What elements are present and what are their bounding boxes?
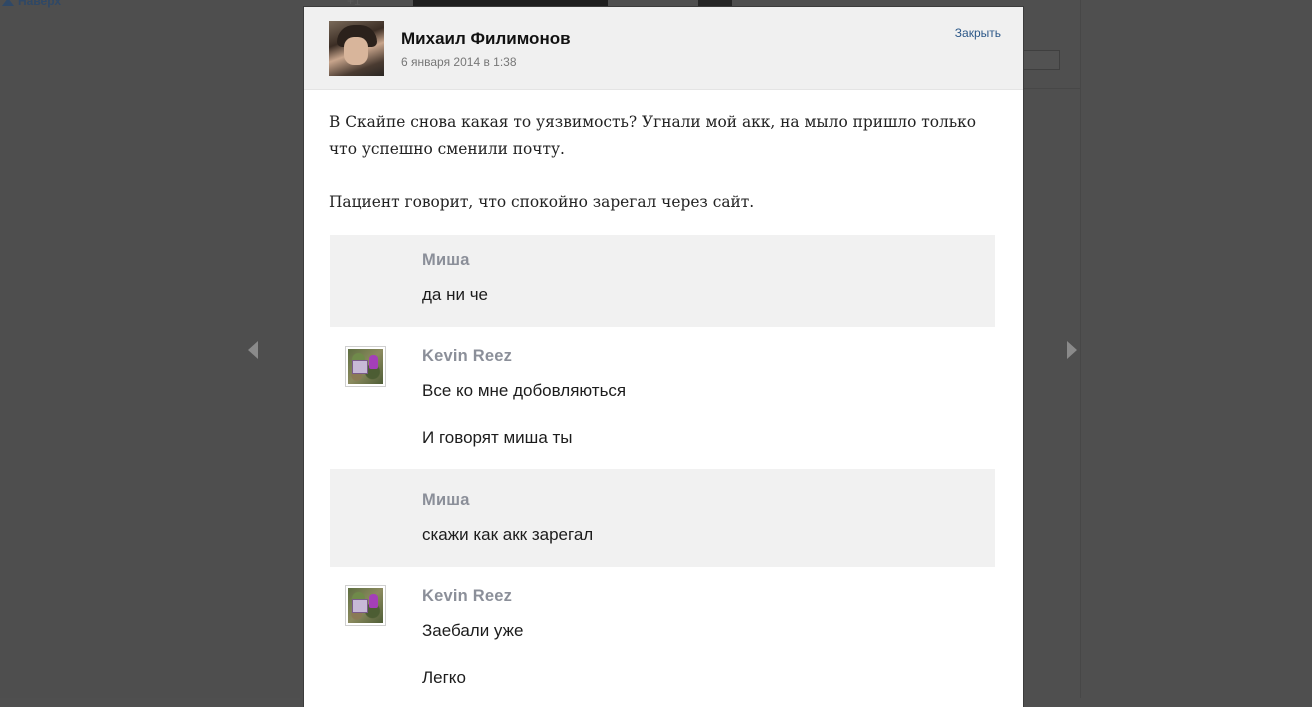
message-text: да ни че bbox=[422, 285, 489, 304]
avatar-figure bbox=[369, 355, 378, 369]
avatar-figure bbox=[369, 594, 378, 608]
message-sender: Миша bbox=[422, 251, 470, 269]
message-text: скажи как акк зарегал bbox=[422, 525, 594, 544]
next-arrow-icon[interactable] bbox=[1067, 341, 1077, 359]
message-sender: Kevin Reez bbox=[422, 347, 513, 365]
post-modal: Михаил Филимонов 6 января 2014 в 1:38 За… bbox=[304, 7, 1023, 707]
background-divider-horizontal bbox=[1023, 88, 1080, 89]
close-button[interactable]: Закрыть bbox=[955, 26, 1001, 40]
background-thumbnail bbox=[698, 0, 732, 6]
chat-message: Kevin Reez Заебали уже Легко bbox=[330, 567, 995, 707]
sender-avatar bbox=[345, 346, 386, 387]
background-search-field bbox=[1018, 50, 1060, 70]
chat-screenshot: Миша да ни че Kevin Reez Все ко мне добо… bbox=[330, 235, 995, 707]
avatar-badge bbox=[352, 599, 368, 613]
background-image-strip bbox=[413, 0, 608, 6]
avatar-badge bbox=[352, 360, 368, 374]
post-paragraph: Пациент говорит, что спокойно зарегал че… bbox=[329, 193, 755, 211]
message-text: Все ко мне добовляються bbox=[422, 381, 627, 400]
message-text: Легко bbox=[422, 668, 466, 687]
avatar-face bbox=[344, 37, 368, 65]
chat-message: Миша скажи как акк зарегал bbox=[330, 469, 995, 567]
chat-message: Миша да ни че bbox=[330, 235, 995, 327]
post-date[interactable]: 6 января 2014 в 1:38 bbox=[401, 55, 517, 69]
sender-avatar bbox=[345, 585, 386, 626]
up-arrow-icon bbox=[2, 0, 14, 6]
message-text: Заебали уже bbox=[422, 621, 524, 640]
previous-arrow-icon[interactable] bbox=[248, 341, 258, 359]
post-paragraph: В Скайпе снова какая то уязвимость? Угна… bbox=[329, 113, 977, 158]
message-sender: Миша bbox=[422, 491, 470, 509]
post-header: Михаил Филимонов 6 января 2014 в 1:38 За… bbox=[304, 7, 1023, 90]
chat-message: Kevin Reez Все ко мне добовляються И гов… bbox=[330, 327, 995, 469]
avatar-image bbox=[348, 349, 383, 384]
message-sender: Kevin Reez bbox=[422, 587, 513, 605]
avatar-image bbox=[348, 588, 383, 623]
background-divider bbox=[1080, 0, 1081, 698]
post-body: В Скайпе снова какая то уязвимость? Угна… bbox=[304, 90, 1023, 707]
author-avatar[interactable] bbox=[329, 21, 384, 76]
message-text: И говорят миша ты bbox=[422, 428, 573, 447]
scroll-to-top-link[interactable]: Наверх bbox=[2, 0, 61, 8]
scroll-to-top-label: Наверх bbox=[18, 0, 62, 8]
author-name[interactable]: Михаил Филимонов bbox=[401, 29, 571, 49]
